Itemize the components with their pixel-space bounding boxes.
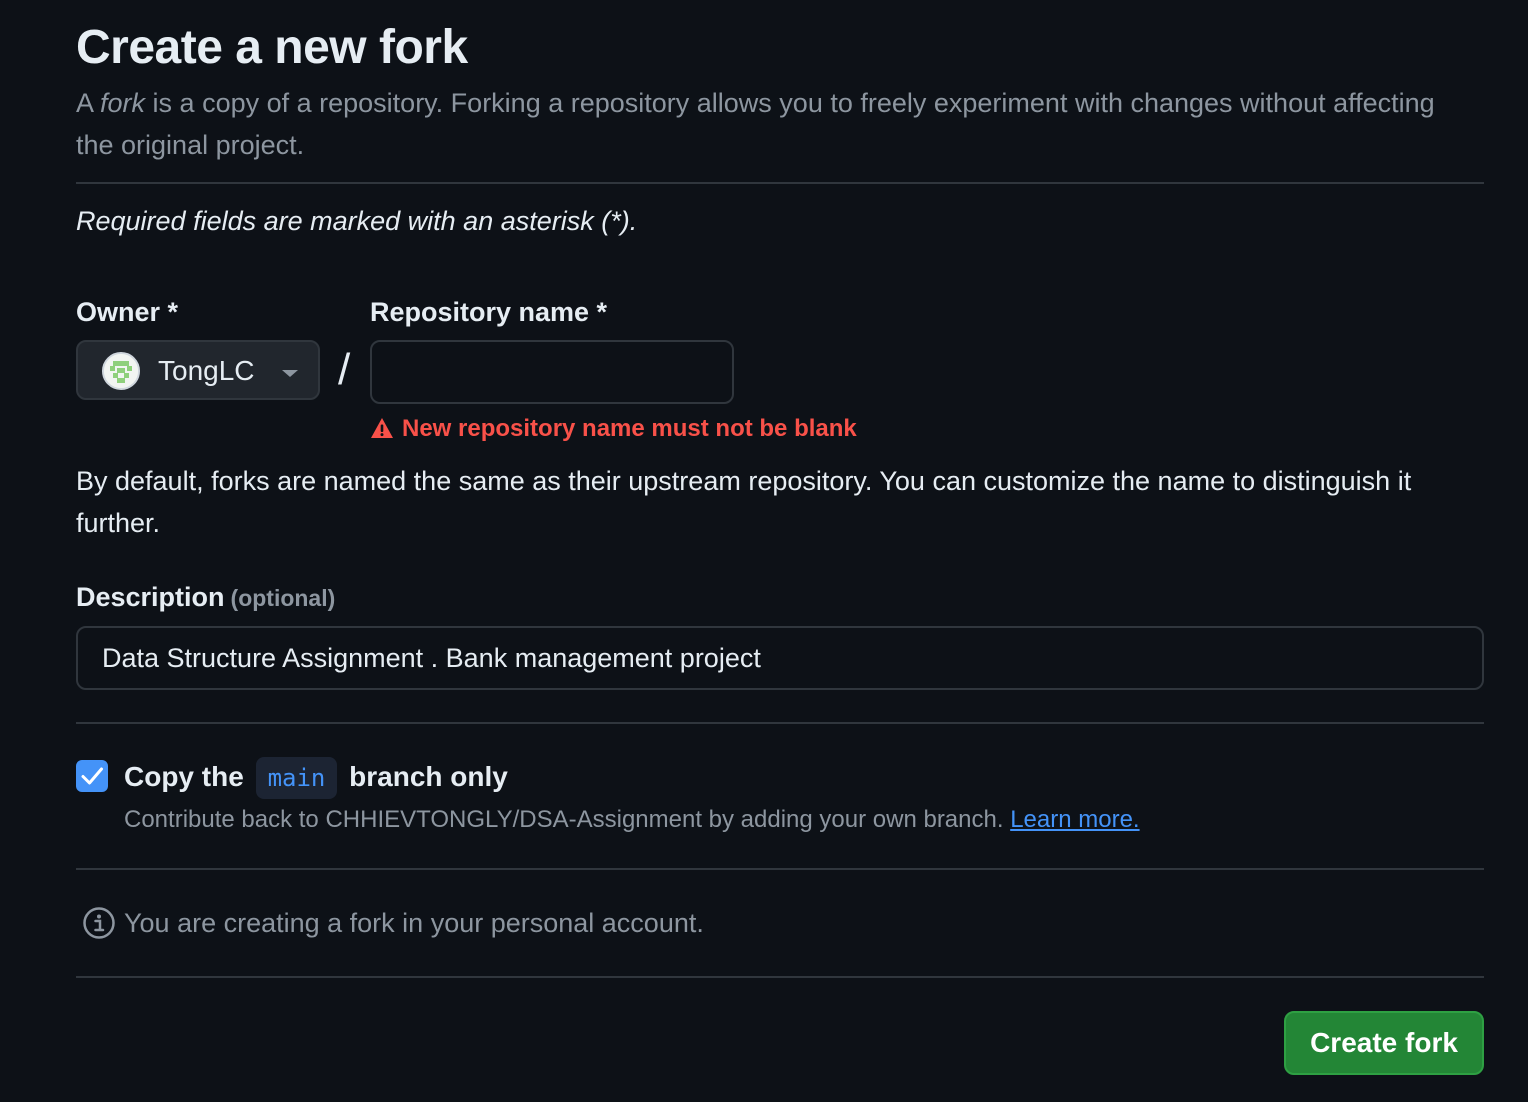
intro-suffix: is a copy of a repository. Forking a rep… <box>76 88 1435 160</box>
copy-main-branch-checkbox[interactable] <box>76 760 108 792</box>
error-text: New repository name must not be blank <box>402 415 857 442</box>
learn-more-link[interactable]: Learn more. <box>1010 806 1139 833</box>
info-text: You are creating a fork in your personal… <box>124 908 704 938</box>
repository-name-input[interactable] <box>370 340 734 404</box>
divider <box>76 182 1484 184</box>
divider <box>76 976 1484 978</box>
repository-name-helper: By default, forks are named the same as … <box>76 466 1412 538</box>
check-icon <box>81 767 103 785</box>
repository-name-label: Repository name * <box>370 297 608 327</box>
divider <box>76 868 1484 870</box>
repository-name-error: New repository name must not be blank <box>370 412 857 449</box>
chevron-down-icon <box>282 370 298 377</box>
copy-branch-description: Contribute back to CHHIEVTONGLY/DSA-Assi… <box>124 802 1140 838</box>
optional-hint: (optional) <box>230 585 336 611</box>
copy-sub-text: Contribute back to CHHIEVTONGLY/DSA-Assi… <box>124 806 1004 833</box>
info-icon <box>82 906 116 945</box>
required-fields-note: Required fields are marked with an aster… <box>76 206 638 236</box>
owner-label: Owner * <box>76 297 179 327</box>
owner-select[interactable]: TongLC <box>76 340 320 400</box>
copy-label-prefix: Copy the <box>124 761 244 792</box>
avatar <box>102 352 140 390</box>
page-title: Create a new fork <box>76 21 468 74</box>
description-label-text: Description <box>76 582 225 612</box>
description-input[interactable] <box>76 626 1484 690</box>
copy-branch-label[interactable]: Copy the main branch only <box>124 756 508 799</box>
page-intro: A fork is a copy of a repository. Forkin… <box>76 82 1476 166</box>
copy-label-suffix: branch only <box>349 761 508 792</box>
owner-name: TongLC <box>158 355 255 386</box>
intro-emphasis: fork <box>100 88 146 118</box>
intro-prefix: A <box>76 88 101 118</box>
create-fork-button[interactable]: Create fork <box>1284 1011 1484 1075</box>
branch-name-code: main <box>255 757 338 799</box>
owner-repo-separator: / <box>338 345 351 394</box>
alert-icon <box>370 415 394 449</box>
description-label: Description (optional) <box>76 578 335 621</box>
divider <box>76 722 1484 724</box>
